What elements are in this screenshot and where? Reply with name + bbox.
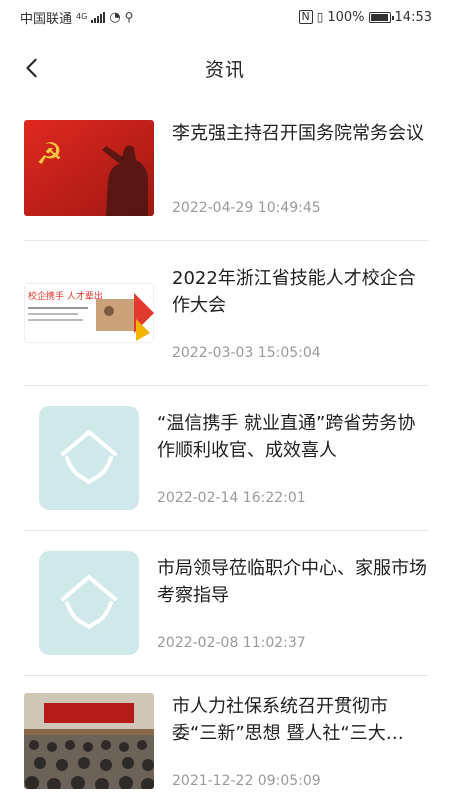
news-thumbnail: 校企携手 人才辈出 [24,283,154,343]
news-date: 2022-03-03 15:05:04 [172,345,321,361]
news-title: 李克强主持召开国务院常务会议 [172,123,424,144]
banner-text: 校企携手 人才辈出 [28,290,103,302]
meeting-photo [24,693,154,789]
news-title: 市局领导莅临职介中心、家服市场 考察指导 [157,558,427,606]
house-hands-icon [39,406,139,510]
party-flag-photo: ☭ [24,120,154,216]
news-title: 2022年浙江省技能人才校企合作大会 [172,268,416,316]
banner-image: 校企携手 人才辈出 [24,283,154,343]
news-item[interactable]: ☭ 李克强主持召开国务院常务会议 2022-04-29 10:49:45 [24,96,428,241]
wifi-icon: ◔ [109,9,121,25]
news-title: “温信携手 就业直通”跨省劳务协作顺利收官、成效喜人 [157,413,416,461]
news-date: 2022-04-29 10:49:45 [172,200,321,216]
news-item[interactable]: 市局领导莅临职介中心、家服市场 考察指导 2022-02-08 11:02:37 [24,531,428,676]
nav-bar: 资讯 [0,40,450,96]
nfc-icon: N [298,10,313,24]
news-date: 2021-12-22 09:05:09 [172,773,321,789]
news-title: 市人力社保系统召开贯彻市委“三新”思想 暨人社“三大… [172,696,404,744]
clock: 14:53 [394,9,432,25]
vibrate-icon: ▯ [316,10,324,24]
signal-icon [91,11,106,23]
news-thumbnail: ☭ [24,120,154,216]
battery-icon [368,11,394,23]
battery-percent: 100% [327,9,365,25]
news-item[interactable]: 校企携手 人才辈出 2022年浙江省技能人才校企合作大会 2022-03-03 … [24,241,428,386]
network-type: 4G [76,11,88,21]
usb-icon: ⚲ [124,10,134,24]
news-list: ☭ 李克强主持召开国务院常务会议 2022-04-29 10:49:45 校企携… [24,96,428,800]
news-item[interactable]: “温信携手 就业直通”跨省劳务协作顺利收官、成效喜人 2022-02-14 16… [24,386,428,531]
news-item[interactable]: 市人力社保系统召开贯彻市委“三新”思想 暨人社“三大… 2021-12-22 0… [24,676,428,800]
news-date: 2022-02-14 16:22:01 [157,490,306,506]
page-title: 资讯 [204,58,245,81]
news-thumbnail [39,551,139,655]
news-date: 2022-02-08 11:02:37 [157,635,306,651]
status-bar: 中国联通 4G ◔ ⚲ N ▯ 100% 14:53 [0,0,450,34]
svg-text:☭: ☭ [36,137,63,172]
news-thumbnail [24,693,154,789]
chevron-left-icon [26,58,37,78]
house-hands-icon [39,551,139,655]
news-thumbnail [39,406,139,510]
back-button[interactable] [12,48,52,88]
carrier-label: 中国联通 [20,11,73,27]
